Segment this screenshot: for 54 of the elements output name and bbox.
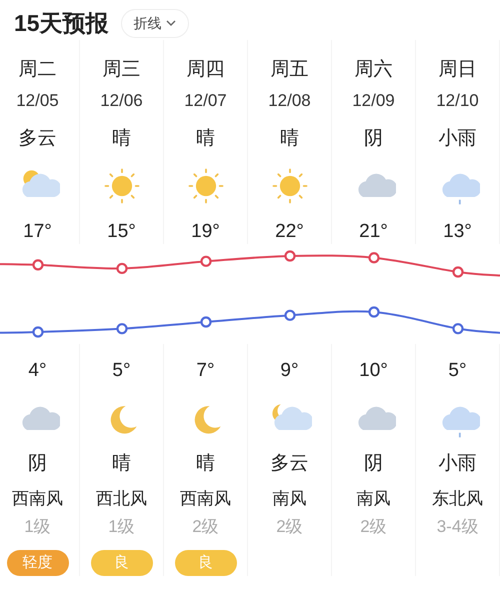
night-condition: 晴 <box>112 452 131 476</box>
low-temperature: 10° <box>359 359 388 383</box>
weekday: 周二 <box>18 58 56 82</box>
weekday: 周五 <box>270 58 308 82</box>
weekday: 周日 <box>438 58 476 82</box>
wind-direction: 南风 <box>272 488 306 510</box>
night-condition: 阴 <box>364 452 383 476</box>
day-condition: 晴 <box>196 127 215 151</box>
day-condition: 小雨 <box>438 127 476 151</box>
date: 12/08 <box>268 90 311 112</box>
wind-direction: 西北风 <box>96 488 147 510</box>
date: 12/09 <box>352 90 395 112</box>
day-condition: 阴 <box>364 127 383 151</box>
low-temperature: 4° <box>28 359 47 383</box>
air-quality-badge: 轻度 <box>6 550 68 576</box>
wind-direction: 西南风 <box>180 488 231 510</box>
weekday: 周三 <box>102 58 140 82</box>
weekday: 周六 <box>354 58 392 82</box>
date: 12/10 <box>436 90 479 112</box>
wind-level: 3-4级 <box>436 516 478 538</box>
air-quality-badge: 良 <box>174 550 236 576</box>
wind-level: 2级 <box>192 516 219 538</box>
wind-direction: 东北风 <box>432 488 483 510</box>
night-condition: 阴 <box>28 452 47 476</box>
chevron-down-icon <box>166 20 176 26</box>
day-condition: 晴 <box>112 127 131 151</box>
low-temperature: 7° <box>196 359 215 383</box>
date: 12/07 <box>184 90 227 112</box>
day-condition: 多云 <box>18 127 56 151</box>
high-temperature: 15° <box>107 220 136 244</box>
wind-direction: 西南风 <box>12 488 63 510</box>
wind-level: 2级 <box>360 516 387 538</box>
date: 12/05 <box>16 90 59 112</box>
air-quality-badge: 良 <box>90 550 152 576</box>
low-temperature: 9° <box>280 359 299 383</box>
high-temperature: 13° <box>443 220 472 244</box>
wind-direction: 南风 <box>356 488 390 510</box>
wind-level: 1级 <box>24 516 51 538</box>
view-dropdown[interactable]: 折线 <box>120 8 189 38</box>
wind-level: 2级 <box>276 516 303 538</box>
night-condition: 晴 <box>196 452 215 476</box>
high-temperature: 17° <box>23 220 52 244</box>
date: 12/06 <box>100 90 143 112</box>
high-temperature: 19° <box>191 220 220 244</box>
night-condition: 小雨 <box>438 452 476 476</box>
low-temperature: 5° <box>112 359 131 383</box>
high-temperature: 21° <box>359 220 388 244</box>
high-temperature: 22° <box>275 220 304 244</box>
day-condition: 晴 <box>280 127 299 151</box>
wind-level: 1级 <box>108 516 135 538</box>
night-condition: 多云 <box>270 452 308 476</box>
page-title: 15天预报 <box>14 8 109 38</box>
weekday: 周四 <box>186 58 224 82</box>
low-temperature: 5° <box>448 359 467 383</box>
